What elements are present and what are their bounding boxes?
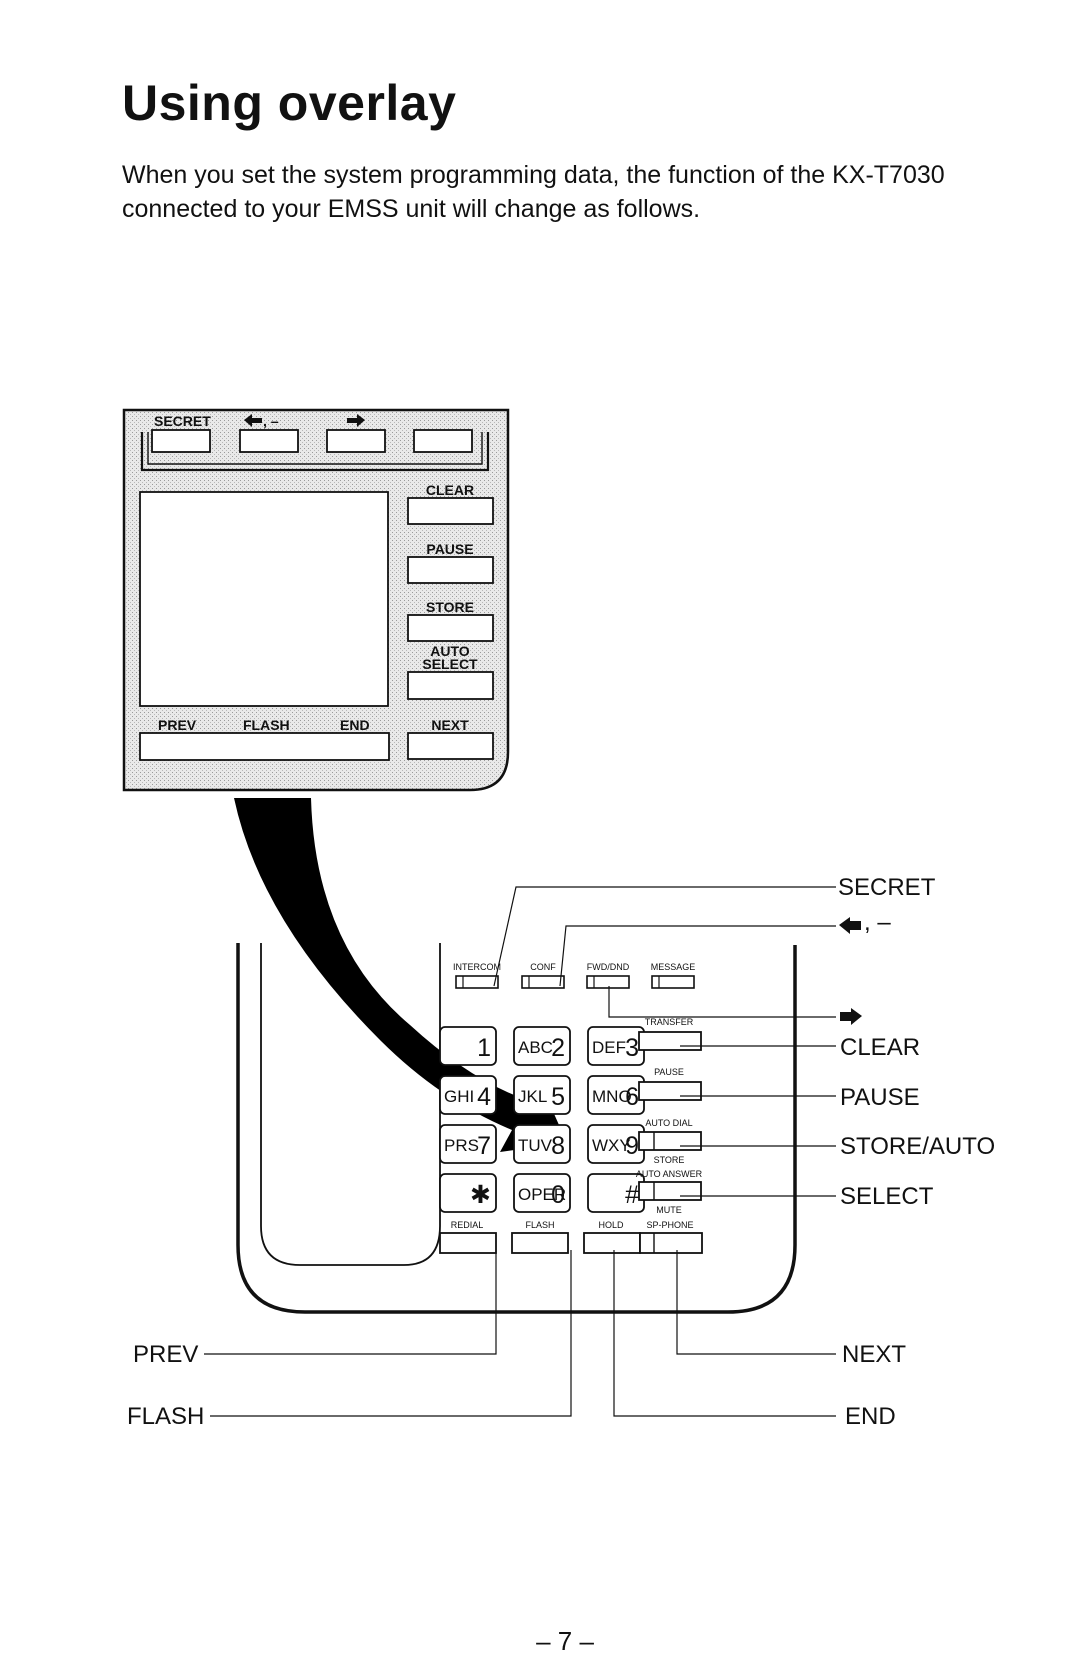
side-label-pause: PAUSE xyxy=(654,1067,684,1077)
keypad-key-digit: 2 xyxy=(551,1034,565,1062)
overlay-key-secret[interactable] xyxy=(151,429,211,453)
keypad-key-digit: 6 xyxy=(625,1083,639,1111)
callout-clear: CLEAR xyxy=(840,1034,920,1061)
overlay-label-prev: PREV xyxy=(158,717,197,733)
left-arrow-icon xyxy=(839,917,861,934)
overlay-key-clear[interactable] xyxy=(407,497,494,525)
keypad-key-letters: GHI xyxy=(444,1087,474,1106)
leader-flash xyxy=(210,1250,572,1417)
side-label-mute: MUTE xyxy=(656,1205,682,1215)
overlay-diagram: SECRET , – CLEAR PAUSE STORE AUTO SELECT… xyxy=(122,408,995,1430)
leader-end xyxy=(613,1250,836,1417)
overlay-label-secret: SECRET xyxy=(154,413,211,429)
keypad-key[interactable]: TUV 8 xyxy=(513,1124,571,1164)
keypad-key[interactable]: JKL 5 xyxy=(513,1075,571,1115)
overlay-key-auto-select[interactable] xyxy=(407,671,494,700)
overlay-label-end: END xyxy=(340,717,370,733)
bkey-label-hold: HOLD xyxy=(598,1220,624,1230)
leader-right-arrow xyxy=(608,986,836,1018)
keypad-key-letters: DEF xyxy=(592,1038,626,1057)
overlay-key-left-arrow[interactable] xyxy=(239,429,299,453)
side-key-auto-dial-store[interactable] xyxy=(638,1131,702,1151)
keypad-key-digit: 1 xyxy=(477,1034,491,1062)
overlay-label-select: SELECT xyxy=(422,656,478,672)
keypad-key-digit: 8 xyxy=(551,1132,565,1160)
fkey-label-fwd-dnd: FWD/DND xyxy=(587,962,630,972)
keypad-key[interactable]: ✱ xyxy=(439,1173,497,1213)
fkey-label-conf: CONF xyxy=(530,962,556,972)
side-label-transfer: TRANSFER xyxy=(645,1017,694,1027)
callout-pause: PAUSE xyxy=(840,1084,920,1111)
keypad-key-letters: PRS xyxy=(444,1136,479,1155)
side-keys: TRANSFER PAUSE AUTO DIAL STORE AUTO ANSW… xyxy=(636,1017,703,1215)
bottom-keys: REDIAL FLASH HOLD SP-PHONE xyxy=(439,1220,703,1254)
keypad-key[interactable]: GHI 4 xyxy=(439,1075,497,1115)
overlay-label-next: NEXT xyxy=(431,717,469,733)
page-number: – 7 – xyxy=(536,1626,594,1656)
callout-prev: PREV xyxy=(133,1341,198,1368)
overlay-label-clear: CLEAR xyxy=(426,482,474,498)
keypad-key-digit: # xyxy=(625,1181,639,1209)
side-key-auto-answer-mute[interactable] xyxy=(638,1181,702,1201)
keypad-key-digit: 4 xyxy=(477,1083,491,1111)
leader-next xyxy=(676,1250,836,1355)
overlay-display-window xyxy=(139,491,389,707)
overlay-key-blank[interactable] xyxy=(413,429,473,453)
keypad-key-letters: TUV xyxy=(518,1136,553,1155)
fkey-fwd-dnd[interactable] xyxy=(586,975,630,989)
callout-flash: FLASH xyxy=(127,1403,204,1430)
bkey-hold[interactable] xyxy=(583,1232,641,1254)
keypad-key-digit: 3 xyxy=(625,1034,639,1062)
bkey-label-redial: REDIAL xyxy=(451,1220,484,1230)
overlay-key-right-arrow[interactable] xyxy=(326,429,386,453)
overlay-label-store: STORE xyxy=(426,599,474,615)
side-label-auto-answer: AUTO ANSWER xyxy=(636,1169,703,1179)
fkey-label-message: MESSAGE xyxy=(651,962,696,972)
keypad-key-digit: 5 xyxy=(551,1083,565,1111)
overlay-label-flash: FLASH xyxy=(243,717,290,733)
keypad-key-letters: ABC xyxy=(518,1038,553,1057)
overlay-key-store[interactable] xyxy=(407,614,494,642)
keypad-key[interactable]: DEF 3 xyxy=(587,1026,645,1066)
overlay-bottom-bar[interactable] xyxy=(139,732,390,761)
side-key-pause[interactable] xyxy=(638,1081,702,1101)
overlay-label-left-arrow: , – xyxy=(263,413,279,429)
callout-next: NEXT xyxy=(842,1341,906,1368)
bkey-label-sp-phone: SP-PHONE xyxy=(646,1220,693,1230)
side-key-transfer[interactable] xyxy=(638,1031,702,1051)
callout-secret: SECRET xyxy=(838,874,936,901)
keypad-key[interactable]: ABC2 xyxy=(513,1026,571,1066)
fkey-conf[interactable] xyxy=(521,975,565,989)
overlay-key-next[interactable] xyxy=(407,732,494,760)
overlay-card: SECRET , – CLEAR PAUSE STORE AUTO SELECT… xyxy=(122,408,510,792)
callout-left-arrow: , – xyxy=(864,909,891,936)
keypad-key[interactable]: WXY9 xyxy=(587,1124,645,1164)
bkey-label-flash: FLASH xyxy=(525,1220,554,1230)
keypad-key[interactable]: PRS7 xyxy=(439,1124,497,1164)
overlay-key-pause[interactable] xyxy=(407,556,494,584)
keypad-key[interactable]: OPER0 xyxy=(513,1173,571,1213)
fkey-intercom[interactable] xyxy=(455,975,499,989)
bkey-sp-phone[interactable] xyxy=(639,1232,703,1254)
keypad-key-digit: 9 xyxy=(625,1132,639,1160)
overlay-label-pause: PAUSE xyxy=(426,541,473,557)
bkey-flash[interactable] xyxy=(511,1232,569,1254)
keypad-key-digit: 0 xyxy=(551,1181,565,1209)
keypad-key-digit: ✱ xyxy=(470,1181,491,1209)
bkey-redial[interactable] xyxy=(439,1232,497,1254)
callout-end: END xyxy=(845,1403,896,1430)
fkey-message[interactable] xyxy=(651,975,695,989)
callout-store-auto: STORE/AUTO xyxy=(840,1133,995,1160)
keypad-key[interactable]: # xyxy=(587,1173,645,1213)
keypad-key[interactable]: MNO6 xyxy=(587,1075,645,1115)
side-label-store: STORE xyxy=(654,1155,685,1165)
side-label-auto-dial: AUTO DIAL xyxy=(645,1118,692,1128)
keypad-key[interactable]: 1 xyxy=(439,1026,497,1066)
callout-select: SELECT xyxy=(840,1183,934,1210)
keypad-key-letters: JKL xyxy=(518,1087,547,1106)
function-keys: INTERCOM CONF FWD/DND MESSAGE xyxy=(453,962,696,989)
right-arrow-icon xyxy=(840,1008,862,1025)
keypad-key-digit: 7 xyxy=(477,1132,491,1160)
fkey-label-intercom: INTERCOM xyxy=(453,962,501,972)
